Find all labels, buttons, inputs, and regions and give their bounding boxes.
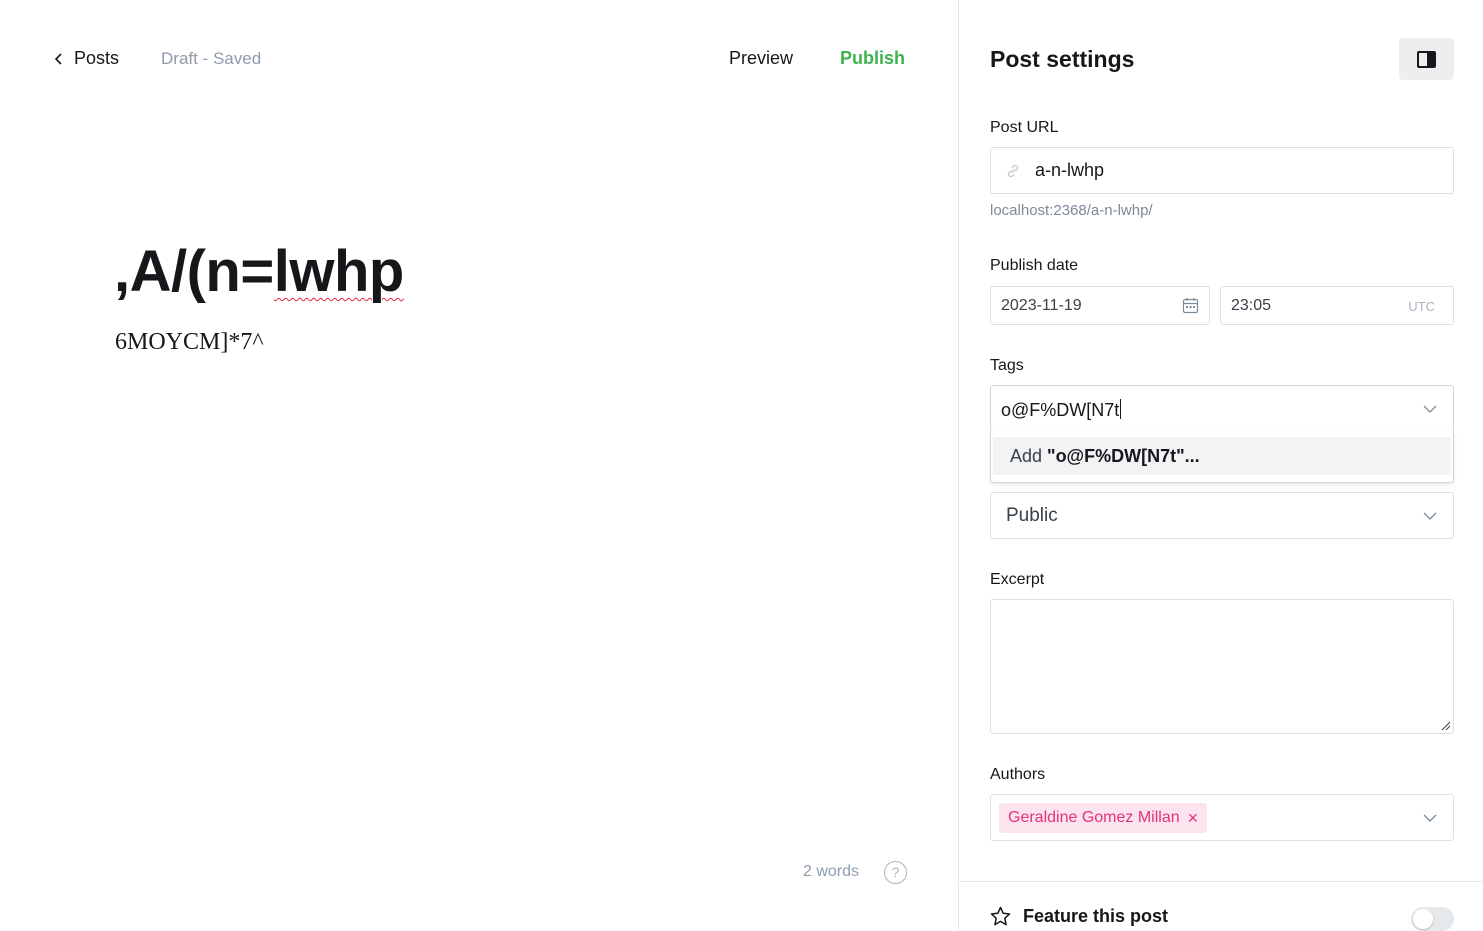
toggle-knob — [1413, 909, 1433, 929]
authors-label: Authors — [990, 766, 1046, 783]
word-count: 2 words — [803, 863, 860, 880]
sidebar-panel-icon — [1417, 50, 1436, 68]
add-tag-prefix: Add — [1010, 446, 1048, 466]
feature-post-toggle[interactable] — [1411, 907, 1454, 931]
sidebar-title: Post settings — [990, 46, 1135, 72]
chevron-left-icon — [54, 52, 62, 65]
chevron-down-icon[interactable] — [1423, 814, 1437, 822]
tags-suggestion-dropdown: Add "o@F%DW[N7t"... — [990, 431, 1454, 483]
editor-pane: Posts Draft - Saved Preview Publish ,A/(… — [0, 0, 958, 931]
post-url-input[interactable]: a-n-lwhp — [990, 147, 1454, 194]
author-chip[interactable]: Geraldine Gomez Millan × — [999, 803, 1208, 833]
editor-topbar: Posts Draft - Saved Preview Publish — [0, 44, 958, 74]
remove-author-icon[interactable]: × — [1188, 808, 1199, 829]
publish-date-value: 2023-11-19 — [1001, 297, 1082, 314]
publish-date-input[interactable]: 2023-11-19 — [990, 286, 1210, 325]
section-divider — [959, 881, 1483, 882]
add-tag-option-text: Add "o@F%DW[N7t"... — [1010, 446, 1200, 467]
back-link-label: Posts — [74, 48, 120, 68]
star-icon — [990, 906, 1011, 926]
excerpt-textarea[interactable] — [990, 599, 1454, 734]
text-caret — [1120, 399, 1122, 419]
back-to-posts-link[interactable]: Posts — [54, 48, 119, 69]
chevron-down-icon — [1423, 512, 1437, 520]
help-icon[interactable]: ? — [884, 861, 907, 884]
post-title[interactable]: ,A/(n=lwhp — [114, 238, 404, 305]
publish-time-value: 23:05 — [1231, 297, 1272, 314]
post-url-label: Post URL — [990, 119, 1059, 136]
toggle-sidebar-button[interactable] — [1399, 38, 1454, 80]
visibility-select[interactable]: Public — [990, 492, 1454, 539]
save-status: Draft - Saved — [161, 49, 262, 68]
feature-post-label: Feature this post — [1023, 906, 1169, 926]
feature-post-row: Feature this post — [990, 906, 1168, 927]
excerpt-label: Excerpt — [990, 571, 1045, 588]
publish-button[interactable]: Publish — [840, 48, 905, 69]
publish-time-input[interactable]: 23:05 UTC — [1220, 286, 1454, 325]
authors-input[interactable]: Geraldine Gomez Millan × — [990, 794, 1454, 841]
publish-date-label: Publish date — [990, 257, 1079, 274]
post-url-preview: localhost:2368/a-n-lwhp/ — [990, 202, 1153, 219]
post-body[interactable]: 6MOYCM]*7^ — [115, 329, 264, 356]
add-tag-value: "o@F%DW[N7t"... — [1047, 446, 1200, 466]
add-tag-option[interactable]: Add "o@F%DW[N7t"... — [993, 437, 1451, 475]
tags-input[interactable]: o@F%DW[N7t — [990, 385, 1454, 432]
post-settings-sidebar: Post settings Post URL a-n-lwhp localhos… — [958, 0, 1483, 931]
post-title-misspelled: lwhp — [273, 239, 405, 304]
author-name: Geraldine Gomez Millan — [1008, 809, 1180, 826]
post-title-prefix: ,A/(n= — [114, 239, 274, 304]
calendar-icon[interactable] — [1182, 297, 1199, 314]
preview-button[interactable]: Preview — [729, 48, 793, 69]
post-url-value: a-n-lwhp — [1035, 160, 1105, 180]
tags-label: Tags — [990, 357, 1024, 374]
link-icon — [1007, 164, 1019, 178]
timezone-label: UTC — [1408, 299, 1435, 314]
tags-input-value: o@F%DW[N7t — [1001, 400, 1120, 420]
resize-handle-icon[interactable] — [1441, 721, 1451, 731]
visibility-value: Public — [1006, 505, 1058, 526]
chevron-down-icon[interactable] — [1423, 405, 1437, 413]
